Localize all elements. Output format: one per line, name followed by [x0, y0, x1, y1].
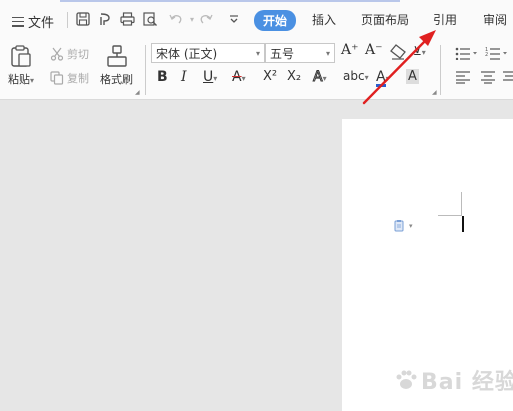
chevron-down-icon: ▾ [255, 48, 260, 58]
tab-page-layout[interactable]: 页面布局 [361, 11, 409, 28]
font-family-select[interactable]: 宋体 (正文) ▾ [151, 43, 265, 63]
tab-home[interactable]: 开始 [254, 10, 297, 31]
print-preview-icon[interactable] [141, 10, 159, 28]
subscript-button[interactable]: X₂ [287, 69, 301, 84]
menu-icon [12, 16, 24, 27]
bold-button[interactable]: B [157, 69, 168, 85]
paste-options-button[interactable]: ▾ [394, 219, 413, 232]
divider [440, 45, 441, 95]
grow-font-button[interactable]: A⁺ [341, 42, 359, 58]
tab-insert[interactable]: 插入 [312, 11, 336, 28]
copy-icon [50, 71, 64, 85]
clipboard-group-launcher-icon[interactable]: ◢ [135, 89, 140, 96]
watermark-logo: Bai 经验 [395, 360, 513, 400]
scissors-icon [50, 47, 64, 61]
align-right-icon[interactable] [503, 69, 513, 88]
char-shading-button[interactable]: A [406, 69, 419, 84]
file-menu-button[interactable]: 文件 [12, 12, 54, 31]
bullet-list-icon[interactable] [455, 45, 479, 64]
font-color-label: A [376, 69, 386, 87]
char-spacing-button[interactable]: ⊻▾ [413, 44, 426, 58]
margin-corner-mark [438, 215, 462, 216]
font-group-launcher-icon[interactable]: ◢ [432, 89, 437, 96]
paste-dropdown-icon: ▾ [30, 76, 35, 85]
copy-label: 复制 [67, 72, 89, 85]
format-painter-button[interactable]: 格式刷 [100, 45, 133, 87]
divider [67, 12, 68, 28]
shrink-font-button[interactable]: A⁻ [365, 42, 383, 58]
align-left-icon[interactable] [455, 69, 471, 88]
numbered-list-icon[interactable]: 12 [485, 45, 511, 64]
paw-icon [396, 370, 417, 389]
underline-button[interactable]: U▾ [203, 69, 217, 85]
superscript-button[interactable]: X² [263, 69, 277, 84]
format-painter-icon [106, 45, 127, 67]
chevron-down-icon: ▾ [409, 221, 413, 230]
text-direction-icon: ⊻ [413, 44, 422, 58]
chevron-down-icon: ▾ [325, 48, 330, 58]
underline-label: U [203, 69, 214, 85]
save-icon[interactable] [74, 10, 92, 28]
paste-button[interactable]: 粘贴▾ [8, 45, 34, 87]
margin-corner-mark [461, 192, 462, 216]
paste-options-icon [394, 220, 404, 232]
svg-text:2: 2 [485, 52, 488, 58]
clear-format-icon[interactable] [389, 44, 407, 64]
font-size-select[interactable]: 五号 ▾ [265, 43, 335, 63]
text-effects-label: A [313, 69, 324, 86]
text-cursor [462, 216, 464, 232]
font-color-button[interactable]: A▾ [376, 69, 390, 87]
clipboard-icon [11, 45, 31, 67]
watermark-text: Bai 经验 [421, 370, 513, 395]
paste-label: 粘贴 [8, 73, 30, 86]
print-icon[interactable] [118, 10, 136, 28]
align-center-icon[interactable] [480, 69, 496, 88]
font-family-value: 宋体 (正文) [156, 46, 218, 61]
redo-icon[interactable] [197, 10, 215, 28]
cut-button[interactable]: 剪切 [50, 46, 89, 62]
tab-review[interactable]: 审阅 [483, 11, 507, 28]
title-accent-line [60, 0, 400, 2]
strikethrough-button[interactable]: A▾ [232, 69, 246, 85]
strikethrough-label: A [232, 69, 242, 85]
file-menu-label: 文件 [28, 16, 55, 31]
cut-label: 剪切 [67, 48, 89, 61]
divider [145, 45, 146, 95]
font-size-value: 五号 [270, 46, 295, 61]
pinyin-label: abc [343, 69, 365, 83]
italic-button[interactable]: I [181, 69, 187, 85]
export-pdf-icon[interactable] [96, 10, 114, 28]
text-effects-button[interactable]: A▾ [313, 69, 327, 86]
format-painter-label: 格式刷 [100, 73, 133, 86]
copy-button[interactable]: 复制 [50, 70, 89, 86]
customize-toolbar-icon[interactable] [225, 10, 243, 28]
tab-references[interactable]: 引用 [433, 11, 457, 28]
pinyin-guide-button[interactable]: abc▾ [343, 69, 369, 83]
